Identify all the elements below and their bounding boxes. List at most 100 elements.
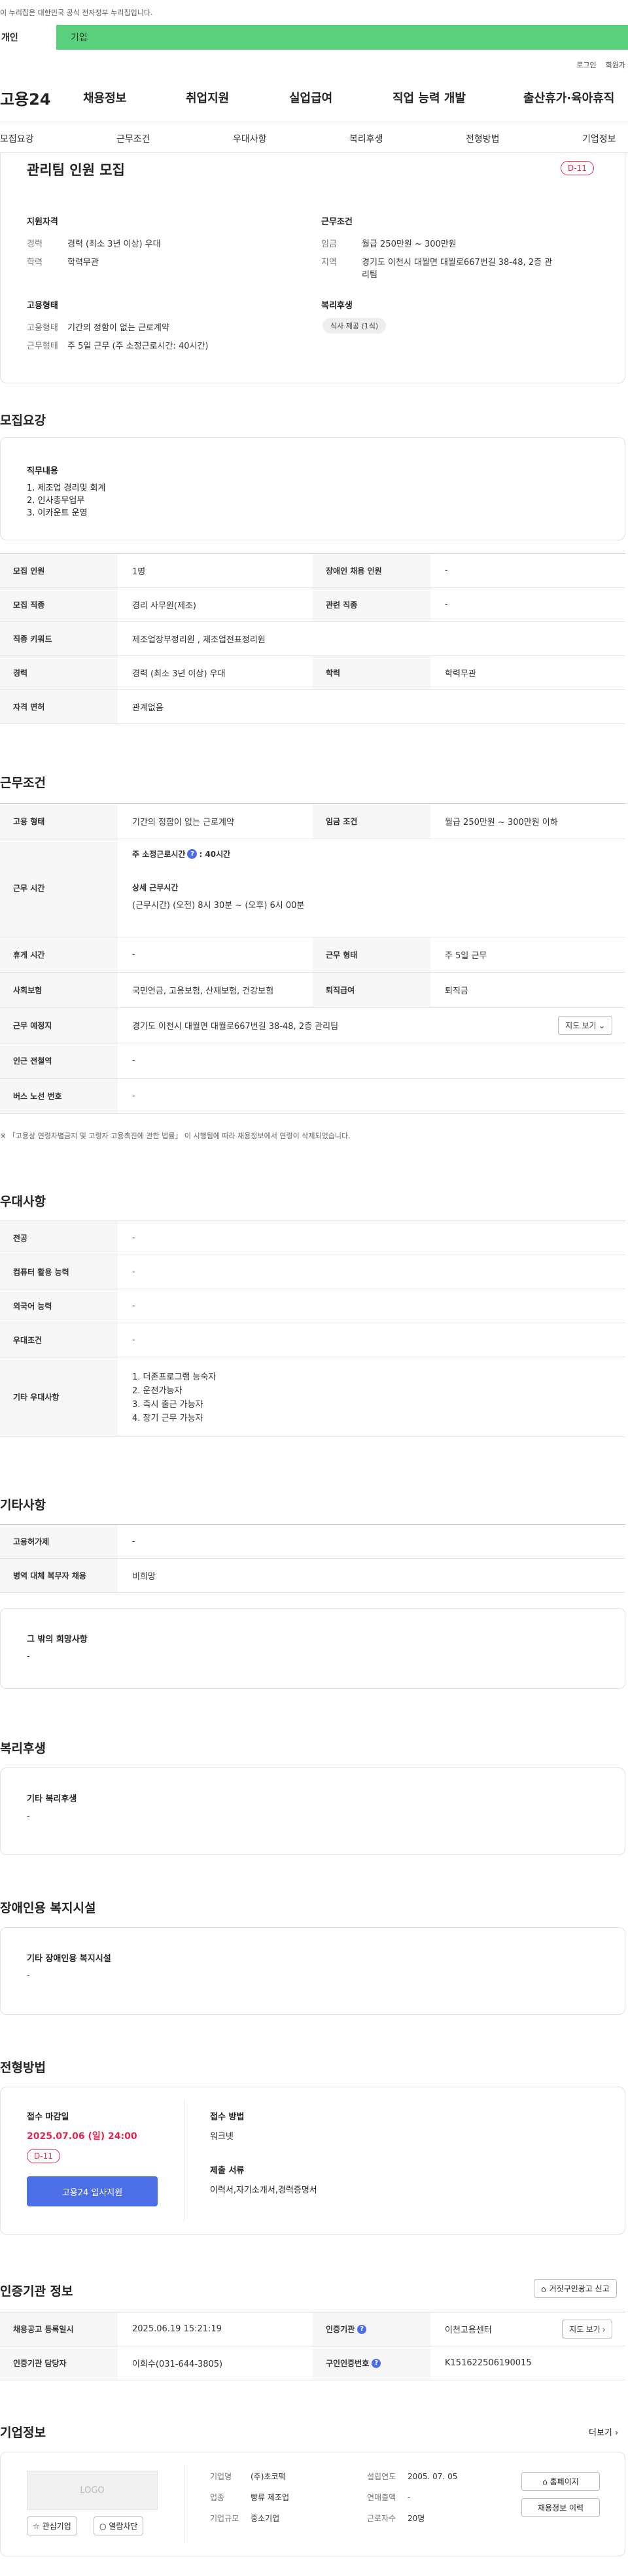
report-button[interactable]: ⌂ 거짓구인광고 신고 [534, 2279, 617, 2298]
pref-other-label: 기타 우대사항 [0, 1357, 118, 1436]
work-table: 고용 형태 기간의 정함이 없는 근로계약 임금 조건 월급 250만원 ~ 300만… [0, 803, 625, 1114]
docs-value: 이력서,자기소개서,경력증명서 [210, 2185, 317, 2195]
keyword-label: 직종 키워드 [0, 622, 118, 655]
lang-value: - [132, 1301, 135, 1311]
info-icon[interactable]: ? [187, 849, 198, 859]
gnb-menu-employment[interactable]: 취업지원 [186, 89, 229, 106]
wage-value: 월급 250만원 ~ 300만원 이하 [445, 818, 558, 827]
homepage-button[interactable]: ⌂ 홈페이지 [521, 2472, 600, 2491]
star-icon: ☆ [33, 2522, 40, 2531]
welfare-card-value: - [27, 1811, 30, 1821]
more-link[interactable]: 더보기 › [589, 2426, 618, 2438]
pref-item: 4. 장기 근무 가능자 [132, 1414, 203, 1423]
agency-map-button[interactable]: 지도 보기 › [562, 2320, 612, 2339]
block-icon: ○ [99, 2522, 107, 2531]
gnb-menu-leave[interactable]: 출산휴가·육아휴직 [523, 89, 614, 106]
summary-work-form: 근무형태 주 5일 근무 (주 소정근로시간: 40시간) [27, 341, 209, 351]
summary-career: 경력 경력 (최소 3년 이상) 우대 [27, 239, 161, 249]
login-link[interactable]: 로그인 [576, 60, 596, 70]
welfare-card: 기타 복리후생 - [0, 1767, 625, 1855]
method-value: 워크넷 [210, 2132, 234, 2142]
place-value: 경기도 이천시 대월면 대월로667번길 38-48, 2층 관리팀 지도 보기 … [118, 1008, 625, 1043]
chevron-right-icon: › [602, 2325, 605, 2334]
company-logo: LOGO [27, 2471, 158, 2510]
hope-card: 그 밖의 희망사항 - [0, 1608, 625, 1689]
company-card: LOGO ☆ 관심기업 ○ 열람차단 기업명 (주)초코팩 업종 빵류 제조업 기업… [0, 2452, 625, 2556]
facility-title: 장애인용 복지시설 [0, 1901, 96, 1915]
cond-heading: 근무조건 [321, 217, 353, 227]
pc-value: - [132, 1267, 135, 1277]
subnav-process[interactable]: 전형방법 [466, 132, 500, 145]
emp-type-value: 기간의 정함이 없는 근로계약 [132, 818, 234, 827]
wage-label: 임금 조건 [313, 804, 430, 839]
gnb-menu-jobs[interactable]: 채용정보 [83, 89, 126, 106]
pref-item: 1. 더존프로그램 능숙자 [132, 1372, 217, 1382]
deadline-date: 2025.07.06 (일) 24:00 [27, 2131, 137, 2142]
license-value: 관계없음 [132, 703, 164, 713]
etc-title: 기타사항 [0, 1498, 46, 1512]
top-tabs: 개인 기업 [0, 25, 628, 50]
gov-banner: 이 누리집은 대한민국 공식 전자정부 누리집입니다. [0, 0, 628, 25]
hope-heading: 그 밖의 희망사항 [27, 1635, 88, 1645]
history-button[interactable]: 채용정보 이력 [521, 2498, 600, 2517]
block-button[interactable]: ○ 열람차단 [94, 2516, 144, 2535]
pref-item: 2. 운전가능자 [132, 1386, 183, 1396]
summary-card: 관리팀 인원 모집 D-11 지원자격 경력 경력 (최소 3년 이상) 우대 학… [0, 153, 625, 383]
qual-heading: 지원자격 [27, 217, 58, 227]
pc-label: 컴퓨터 활용 능력 [0, 1255, 118, 1289]
gnb-menu-unemployment[interactable]: 실업급여 [289, 89, 332, 106]
military-value: 비희망 [132, 1572, 156, 1582]
apply-button[interactable]: 고용24 입사지원 [27, 2176, 158, 2206]
cert-num-value: K151622506190015 [445, 2358, 532, 2368]
staff-value: 이희수(031-644-3805) [132, 2359, 223, 2369]
duty-item: 2. 인사총무업무 [27, 496, 85, 506]
subnav-company[interactable]: 기업정보 [582, 132, 616, 145]
company-sales: 연매출액 - [367, 2493, 411, 2502]
gov-banner-text: 이 누리집은 대한민국 공식 전자정부 누리집입니다. [0, 9, 153, 17]
work-title: 근무조건 [0, 776, 46, 790]
subnav-recruit[interactable]: 모집요강 [0, 132, 34, 145]
emp-type-label: 고용 형태 [0, 804, 118, 839]
map-button[interactable]: 지도 보기 ⌄ [558, 1016, 612, 1035]
job-title: 관리팀 인원 모집 [27, 162, 125, 178]
company-title: 기업정보 [0, 2426, 46, 2440]
pref-cond-label: 우대조건 [0, 1323, 118, 1357]
facility-heading: 기타 장애인용 복지시설 [27, 1954, 111, 1964]
disabled-value: - [445, 566, 448, 576]
tab-personal[interactable]: 개인 [0, 25, 56, 50]
major-label: 전공 [0, 1221, 118, 1255]
station-label: 인근 전철역 [0, 1043, 118, 1078]
bus-label: 버스 노선 번호 [0, 1079, 118, 1113]
company-employees: 근로자수 20명 [367, 2514, 425, 2523]
chevron-down-icon: ⌄ [598, 1021, 605, 1030]
welfare-heading: 복리후생 [321, 301, 353, 311]
hours-main: 주 소정근로시간 [132, 850, 186, 859]
subnav-pref[interactable]: 우대사항 [233, 132, 267, 145]
subnav-work[interactable]: 근무조건 [116, 132, 150, 145]
related-value: - [445, 600, 448, 610]
info-icon[interactable]: ? [357, 2324, 367, 2334]
recruit-table: 모집 인원 1명 장애인 채용 인원 - 모집 직종 경리 사무원(제조) 관련 직종 - … [0, 553, 625, 724]
home-icon: ⌂ [542, 2477, 548, 2486]
method-heading: 접수 방법 [210, 2112, 245, 2122]
join-link[interactable]: 회원가 [606, 60, 625, 70]
career-value: 경력 (최소 3년 이상) 우대 [132, 669, 226, 679]
pref-other-list: 1. 더존프로그램 능숙자 2. 운전가능자 3. 즉시 출근 가능자 4. 장… [118, 1357, 625, 1436]
detail-subnav: 모집요강 근무조건 우대사항 복리후생 전형방법 기업정보 [0, 122, 628, 153]
company-name: 기업명 (주)초코팩 [210, 2472, 286, 2481]
info-icon[interactable]: ? [372, 2358, 381, 2368]
company-size: 기업규모 중소기업 [210, 2514, 280, 2523]
favorite-button[interactable]: ☆ 관심기업 [27, 2516, 77, 2535]
subnav-welfare[interactable]: 복리후생 [349, 132, 383, 145]
tab-company[interactable]: 기업 [56, 25, 628, 50]
break-value: - [132, 950, 135, 960]
pref-title: 우대사항 [0, 1194, 46, 1209]
deadline-heading: 접수 마감일 [27, 2112, 69, 2122]
dday-badge: D-11 [561, 161, 594, 175]
permit-value: - [132, 1537, 135, 1546]
break-label: 휴게 시간 [0, 937, 118, 972]
gnb-menu-training[interactable]: 직업 능력 개발 [392, 89, 466, 106]
military-label: 병역 대체 복무자 채용 [0, 1559, 118, 1592]
site-logo[interactable]: 고용24 [0, 86, 51, 109]
welfare-title: 복리후생 [0, 1741, 46, 1756]
